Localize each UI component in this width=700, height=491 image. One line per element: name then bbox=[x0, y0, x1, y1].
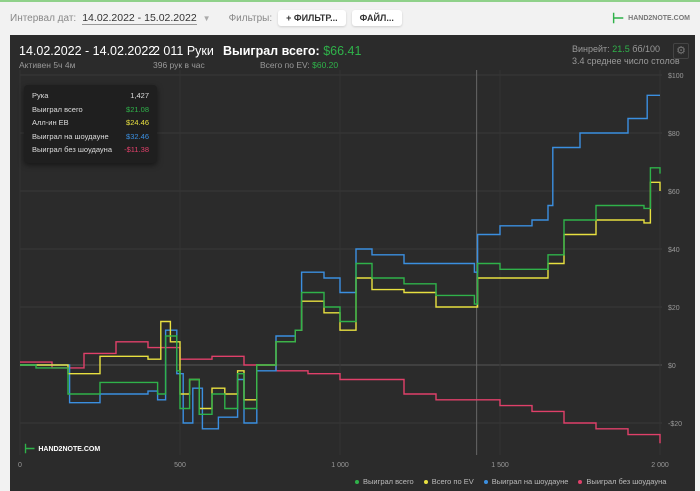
tooltip-label: Выиграл всего bbox=[32, 104, 83, 114]
legend-item[interactable]: Всего по EV bbox=[423, 477, 474, 486]
legend-dot bbox=[483, 480, 488, 485]
legend-dot bbox=[355, 480, 359, 485]
tooltip-value: $24.46 bbox=[126, 118, 149, 128]
y-tick-label: $80 bbox=[668, 131, 680, 138]
legend-dot bbox=[578, 480, 583, 485]
y-tick-label: $20 bbox=[668, 305, 680, 312]
legend-dot bbox=[423, 480, 428, 485]
x-tick-label: 1 500 bbox=[491, 462, 509, 469]
legend-label: Выиграл на шоудауне bbox=[491, 477, 569, 486]
y-tick-label: $60 bbox=[668, 189, 680, 196]
tooltip-value: 1,427 bbox=[130, 91, 149, 101]
watermark-text: HAND2NOTE.COM bbox=[38, 445, 101, 453]
tooltip-row: Алл-ин EB $24.46 bbox=[32, 116, 149, 130]
tooltip-value: $21.08 bbox=[126, 104, 149, 114]
y-tick-label: $40 bbox=[668, 247, 680, 254]
tooltip-label: Выиграл без шоудауна bbox=[32, 145, 112, 155]
profit-chart: $100 $80 $60 $40 $20 $0 -$20 0 500 1 000 1 500 2 00… bbox=[18, 70, 684, 469]
tooltip-row: Выиграл всего $21.08 bbox=[32, 103, 149, 117]
tooltip-value: -$11.38 bbox=[124, 145, 149, 155]
chart-legend: Выиграл всего Всего по EV Выиграл на шоуда… bbox=[355, 477, 666, 486]
tooltip-row: Выиграл без шоудауна -$11.38 bbox=[32, 143, 149, 157]
tooltip-row: Рука 1,427 bbox=[32, 89, 149, 103]
legend-item[interactable]: Выиграл без шоудауна bbox=[578, 477, 666, 486]
legend-label: Выиграл всего bbox=[363, 477, 414, 486]
logo-icon: ⊢ bbox=[24, 441, 36, 456]
tooltip-label: Выиграл на шоудауне bbox=[32, 131, 109, 141]
x-tick-label: 2 000 bbox=[651, 462, 669, 469]
legend-label: Всего по EV bbox=[431, 477, 474, 486]
legend-label: Выиграл без шоудауна bbox=[586, 477, 667, 486]
tooltip-label: Алл-ин EB bbox=[32, 118, 69, 128]
watermark: ⊢ HAND2NOTE.COM bbox=[24, 441, 100, 457]
tooltip: Рука 1,427 Выиграл всего $21.08 Алл-ин EB $24… bbox=[24, 85, 157, 163]
tooltip-row: Выиграл на шоудауне $32.46 bbox=[32, 130, 149, 144]
x-tick-label: 1 000 bbox=[331, 462, 349, 469]
y-tick-label: $0 bbox=[668, 363, 676, 370]
legend-item[interactable]: Выиграл всего bbox=[355, 477, 414, 486]
y-tick-label: -$20 bbox=[668, 421, 682, 428]
x-tick-label: 0 bbox=[18, 462, 22, 469]
legend-item[interactable]: Выиграл на шоудауне bbox=[483, 477, 569, 486]
y-tick-label: $100 bbox=[668, 73, 684, 80]
x-tick-label: 500 bbox=[174, 462, 186, 469]
tooltip-label: Рука bbox=[32, 91, 49, 101]
tooltip-value: $32.46 bbox=[126, 131, 149, 141]
